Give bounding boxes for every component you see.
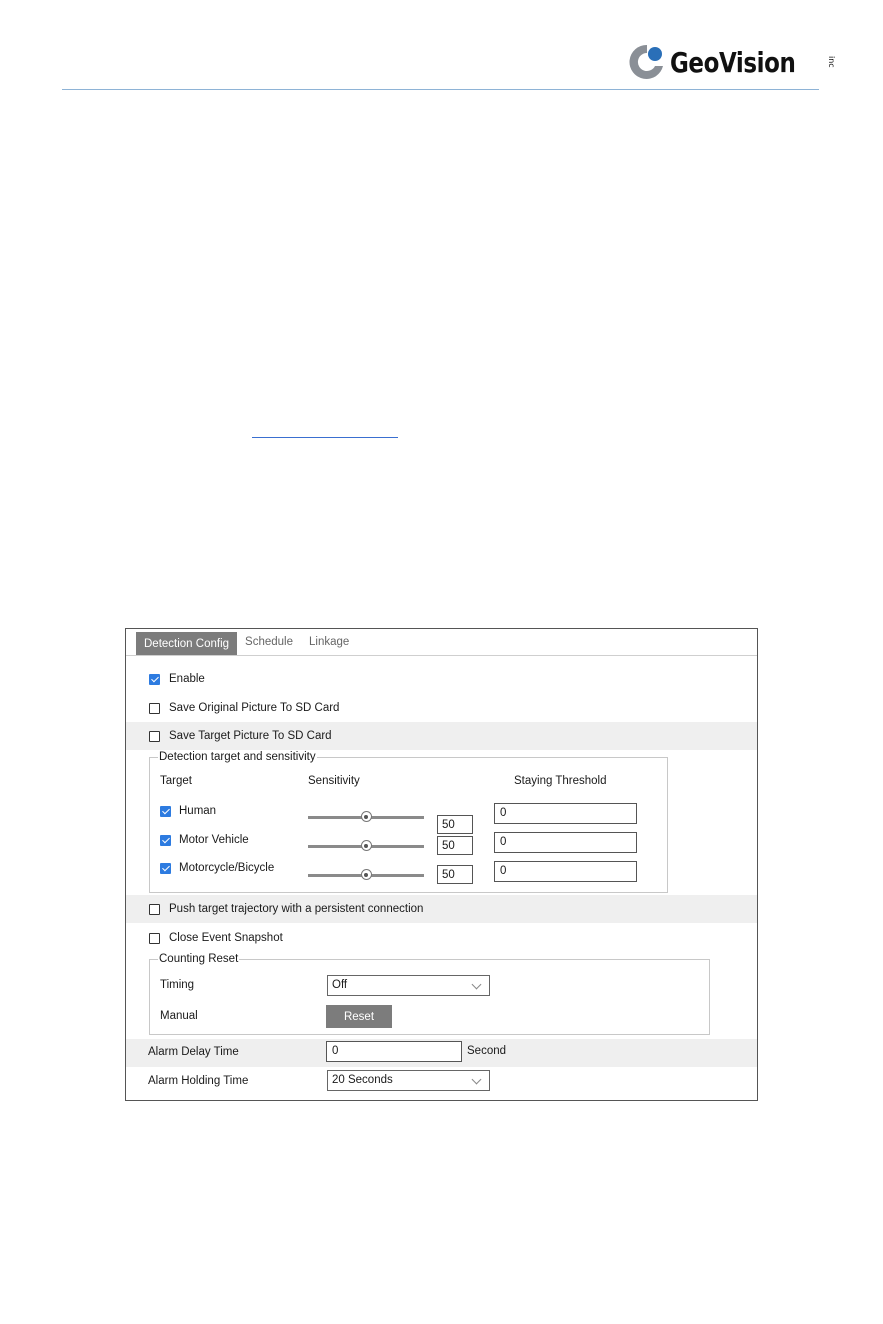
save-original-row: Save Original Picture To SD Card <box>126 694 757 722</box>
slider-thumb[interactable] <box>360 811 372 822</box>
target-motor-vehicle-label-group: Motor Vehicle <box>160 834 249 846</box>
motor-vehicle-label: Motor Vehicle <box>179 834 249 846</box>
tab-bar: Detection Config Schedule Linkage <box>126 629 757 656</box>
alarm-delay-unit: Second <box>467 1045 507 1057</box>
timing-label: Timing <box>160 979 195 991</box>
enable-row: Enable <box>126 665 757 693</box>
save-target-checkbox[interactable] <box>149 730 160 742</box>
tab-schedule[interactable]: Schedule <box>237 629 301 655</box>
tab-detection-config[interactable]: Detection Config <box>136 632 238 655</box>
header-divider <box>62 89 819 90</box>
motorcycle-threshold-input[interactable]: 0 <box>494 861 637 882</box>
timing-select[interactable]: Off <box>327 975 490 996</box>
chevron-down-icon <box>471 1074 482 1085</box>
slider-thumb[interactable] <box>360 840 372 851</box>
motorcycle-sensitivity-value[interactable]: 50 <box>437 865 473 884</box>
threshold-column-header: Staying Threshold <box>514 775 607 787</box>
target-motorcycle-label-group: Motorcycle/Bicycle <box>160 862 274 874</box>
detection-settings-panel: Detection Config Schedule Linkage Enable… <box>125 628 758 1101</box>
counting-reset-legend: Counting Reset <box>159 953 239 965</box>
human-label: Human <box>179 805 217 817</box>
alarm-delay-label: Alarm Delay Time <box>148 1046 239 1058</box>
target-column-header: Target <box>160 775 192 787</box>
logo-wordmark: GeoVision <box>670 45 796 79</box>
push-trajectory-label: Push target trajectory with a persistent… <box>169 903 424 915</box>
push-trajectory-checkbox[interactable] <box>149 903 160 915</box>
human-sensitivity-slider[interactable] <box>308 811 424 822</box>
save-original-label: Save Original Picture To SD Card <box>169 702 340 714</box>
reset-button[interactable]: Reset <box>326 1005 392 1028</box>
chevron-down-icon <box>471 979 482 990</box>
enable-checkbox[interactable] <box>149 673 160 685</box>
manual-label: Manual <box>160 1010 198 1022</box>
alarm-holding-label: Alarm Holding Time <box>148 1075 249 1087</box>
motor-vehicle-sensitivity-slider[interactable] <box>308 840 424 851</box>
target-human-label-group: Human <box>160 805 216 817</box>
close-snapshot-label: Close Event Snapshot <box>169 932 283 944</box>
slider-thumb[interactable] <box>360 869 372 880</box>
sensitivity-column-header: Sensitivity <box>308 775 360 787</box>
enable-label: Enable <box>169 673 205 685</box>
motor-vehicle-checkbox[interactable] <box>160 834 171 846</box>
human-sensitivity-value[interactable]: 50 <box>437 815 473 834</box>
logo-suffix: inc <box>827 56 836 68</box>
human-threshold-input[interactable]: 0 <box>494 803 637 824</box>
alarm-delay-input[interactable]: 0 <box>326 1041 462 1062</box>
close-snapshot-row: Close Event Snapshot <box>126 924 757 952</box>
document-link[interactable] <box>252 424 398 438</box>
motorcycle-sensitivity-slider[interactable] <box>308 869 424 880</box>
save-original-checkbox[interactable] <box>149 702 160 714</box>
logo-mark-icon <box>629 44 663 79</box>
tab-linkage[interactable]: Linkage <box>301 629 357 655</box>
push-trajectory-row: Push target trajectory with a persistent… <box>126 895 757 923</box>
motor-vehicle-threshold-input[interactable]: 0 <box>494 832 637 853</box>
motor-vehicle-sensitivity-value[interactable]: 50 <box>437 836 473 855</box>
timing-selected-value: Off <box>332 979 348 991</box>
close-snapshot-checkbox[interactable] <box>149 932 160 944</box>
alarm-holding-selected-value: 20 Seconds <box>332 1074 393 1086</box>
save-target-label: Save Target Picture To SD Card <box>169 730 332 742</box>
human-checkbox[interactable] <box>160 805 171 817</box>
alarm-holding-select[interactable]: 20 Seconds <box>327 1070 490 1091</box>
motorcycle-checkbox[interactable] <box>160 862 171 874</box>
detection-target-legend: Detection target and sensitivity <box>159 751 316 763</box>
motorcycle-label: Motorcycle/Bicycle <box>179 862 275 874</box>
save-target-row: Save Target Picture To SD Card <box>126 722 757 750</box>
geovision-logo: GeoVision inc <box>628 38 836 86</box>
